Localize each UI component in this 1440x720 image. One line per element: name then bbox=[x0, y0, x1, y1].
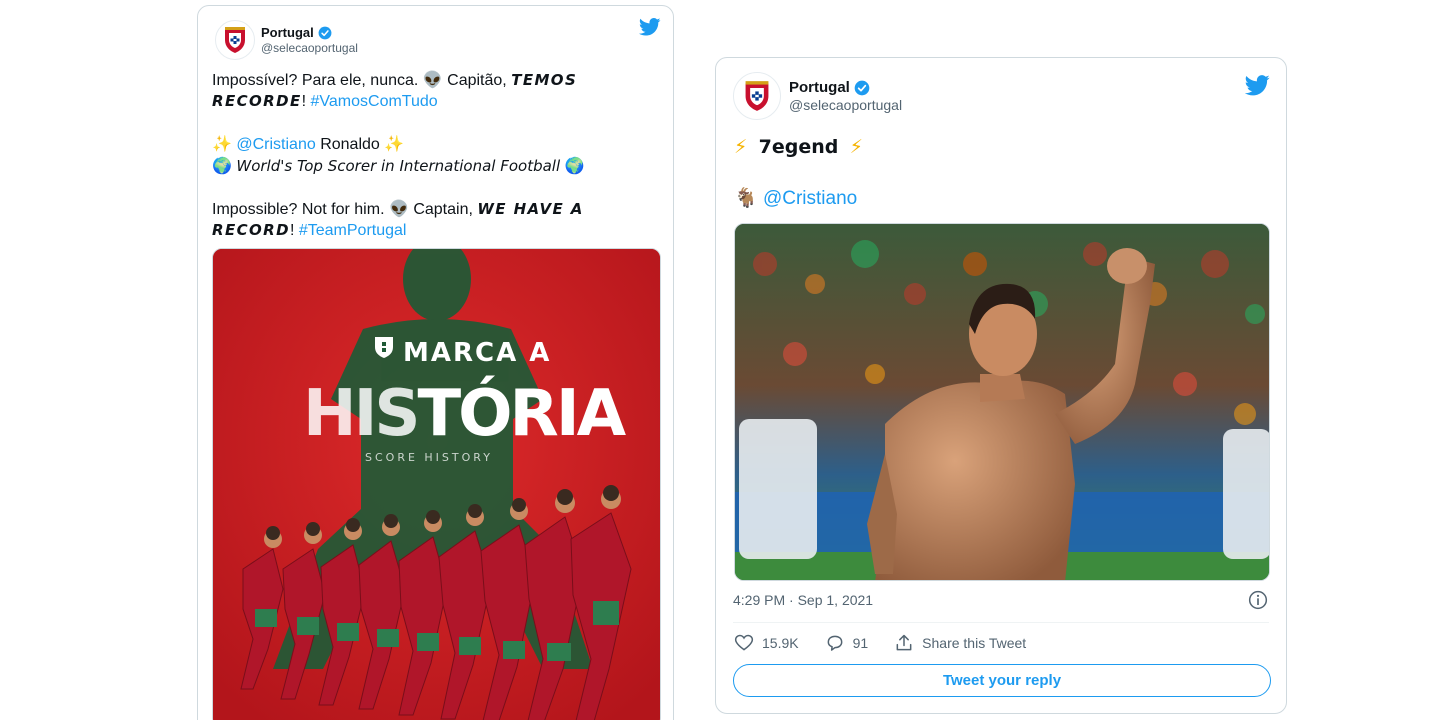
poster-title-main-a: HIS bbox=[303, 377, 417, 451]
tweet-reply-button[interactable]: Tweet your reply bbox=[733, 664, 1271, 697]
share-label: Share this Tweet bbox=[922, 635, 1027, 651]
reply-action[interactable]: 91 bbox=[825, 633, 869, 653]
author-handle[interactable]: @selecaoportugal bbox=[261, 41, 358, 55]
poster-title-main-b: TÓRIA bbox=[417, 375, 626, 451]
tweet-header: Portugal @selecaoportugal bbox=[733, 72, 902, 120]
globe-emoji: 🌍 bbox=[212, 156, 232, 175]
text-span: Impossible? Not for him. bbox=[212, 201, 389, 218]
verified-badge-icon bbox=[854, 80, 870, 96]
author-handle[interactable]: @selecaoportugal bbox=[789, 97, 902, 114]
tweet-card-marca-historia[interactable]: Portugal @selecaoportugal Impossível? Pa… bbox=[197, 5, 674, 720]
tweet-author: Portugal @selecaoportugal bbox=[261, 25, 358, 55]
bold-italic-text: RECORDE bbox=[212, 92, 302, 110]
reply-count: 91 bbox=[852, 635, 869, 651]
tweet-line: Impossível? Para ele, nunca. 👽 Capitão, … bbox=[212, 69, 585, 91]
sparkles-emoji: ✨ bbox=[384, 134, 405, 153]
mention-link[interactable]: @Cristiano bbox=[763, 188, 857, 209]
goat-emoji: 🐐 bbox=[734, 187, 758, 209]
celebration-photo bbox=[735, 224, 1269, 580]
tweet-card-7egend[interactable]: Portugal @selecaoportugal ⚡ 7egend ⚡ 🐐 @… bbox=[715, 57, 1287, 714]
poster-title-main: HISTÓRIA bbox=[303, 375, 627, 451]
italic-text: World's Top Scorer in International Foot… bbox=[236, 157, 561, 175]
avatar[interactable] bbox=[215, 20, 255, 60]
share-icon bbox=[896, 634, 912, 651]
author-name[interactable]: Portugal bbox=[261, 25, 314, 41]
tweet-text: Impossível? Para ele, nunca. 👽 Capitão, … bbox=[212, 69, 585, 241]
author-name[interactable]: Portugal bbox=[789, 79, 850, 97]
tweet-line: RECORDE! #VamosComTudo bbox=[212, 91, 585, 112]
heart-icon bbox=[734, 634, 754, 651]
tweet-header: Portugal @selecaoportugal bbox=[215, 20, 358, 60]
reply-icon bbox=[827, 635, 843, 651]
like-action[interactable]: 15.9K bbox=[734, 633, 799, 653]
mention-link[interactable]: @Cristiano bbox=[236, 136, 315, 153]
tweet-text: ⚡ 7egend ⚡ 🐐 @Cristiano bbox=[734, 134, 863, 212]
portugal-crest-icon bbox=[225, 27, 245, 53]
tweet-actions: 15.9K 91 Share this Tweet bbox=[734, 633, 1052, 653]
bold-italic-text: TEMOS bbox=[511, 71, 578, 89]
legend-text: 7egend bbox=[758, 136, 839, 158]
alien-emoji: 👽 bbox=[388, 199, 409, 218]
hashtag-link[interactable]: #TeamPortugal bbox=[299, 222, 407, 239]
twitter-bird-icon[interactable] bbox=[639, 18, 661, 36]
tweet-author: Portugal @selecaoportugal bbox=[789, 79, 902, 114]
tweet-line: ⚡ 7egend ⚡ bbox=[734, 134, 863, 161]
twitter-bird-icon[interactable] bbox=[1245, 75, 1270, 96]
bold-italic-text: WE HAVE A bbox=[477, 200, 584, 218]
text-span: ! bbox=[301, 93, 311, 110]
tweet-line: ✨ @Cristiano Ronaldo ✨ bbox=[212, 133, 585, 155]
poster-title-top: MARCA A bbox=[403, 338, 551, 368]
poster-artwork: MARCA A HISTÓRIA SCORE HISTORY bbox=[213, 249, 660, 720]
lightning-emoji: ⚡ bbox=[849, 136, 863, 158]
tweet-media-poster[interactable]: MARCA A HISTÓRIA SCORE HISTORY bbox=[212, 248, 661, 720]
tweet-line: 🐐 @Cristiano bbox=[734, 185, 863, 212]
bold-italic-text: RECORD bbox=[212, 221, 290, 239]
like-count: 15.9K bbox=[762, 635, 799, 651]
divider bbox=[733, 622, 1269, 623]
text-span: Capitão, bbox=[442, 72, 512, 89]
tweet-timestamp[interactable]: 4:29 PM · Sep 1, 2021 bbox=[733, 592, 873, 608]
globe-emoji: 🌍 bbox=[564, 156, 585, 175]
share-action[interactable]: Share this Tweet bbox=[894, 633, 1026, 653]
sparkles-emoji: ✨ bbox=[212, 134, 232, 153]
verified-badge-icon bbox=[318, 26, 332, 40]
avatar[interactable] bbox=[733, 72, 781, 120]
text-span: Ronaldo bbox=[315, 136, 385, 153]
info-icon[interactable] bbox=[1248, 590, 1268, 615]
tweet-line: RECORD! #TeamPortugal bbox=[212, 220, 585, 241]
alien-emoji: 👽 bbox=[422, 70, 443, 89]
text-span: Impossível? Para ele, nunca. bbox=[212, 72, 423, 89]
poster-subtitle: SCORE HISTORY bbox=[365, 451, 493, 464]
tweet-line: Impossible? Not for him. 👽 Captain, WE H… bbox=[212, 198, 585, 220]
lightning-emoji: ⚡ bbox=[734, 136, 748, 158]
hashtag-link[interactable]: #VamosComTudo bbox=[311, 93, 438, 110]
portugal-crest-icon bbox=[745, 81, 769, 111]
tweet-media-photo[interactable] bbox=[734, 223, 1270, 581]
text-span: ! bbox=[289, 222, 299, 239]
text-span: Captain, bbox=[408, 201, 478, 218]
tweet-line: 🌍 World's Top Scorer in International Fo… bbox=[212, 155, 585, 177]
